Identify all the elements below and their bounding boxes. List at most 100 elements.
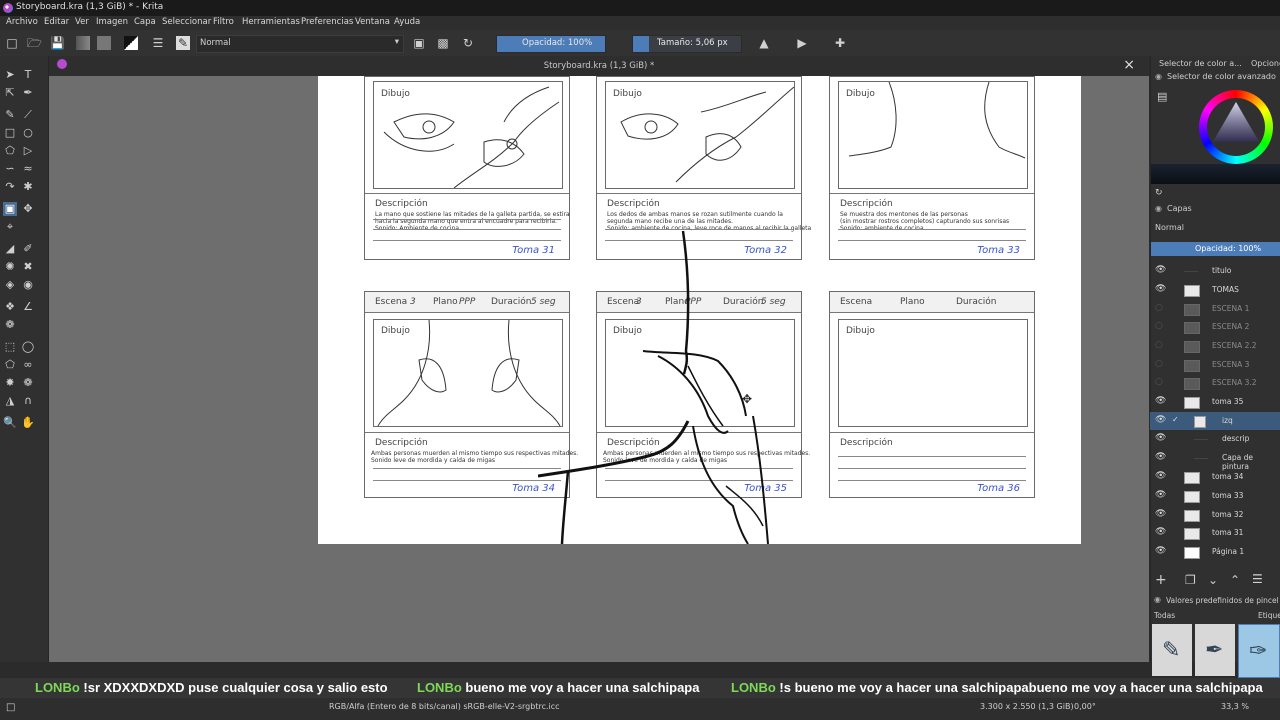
gradient-icon[interactable] (76, 36, 90, 50)
visibility-eye-icon[interactable]: 👁 (1155, 433, 1166, 443)
mirror-vertical-icon[interactable]: ▶ (795, 36, 809, 50)
brush-preset-tile[interactable]: ✒ (1195, 624, 1235, 676)
visibility-eye-icon[interactable]: 👁 (1155, 490, 1166, 500)
tab-color-selector[interactable]: Selector de color a... (1159, 59, 1242, 68)
polygon-tool-icon[interactable]: ⬠ (3, 144, 17, 158)
visibility-eye-icon[interactable]: 👁 (1155, 471, 1166, 481)
menu-seleccionar[interactable]: Seleccionar (162, 17, 211, 27)
color-triangle[interactable] (1211, 100, 1261, 150)
calligraphy-tool-icon[interactable]: ✒ (21, 86, 35, 100)
zoom-tool-icon[interactable]: 🔍 (3, 416, 17, 430)
visibility-eye-icon[interactable]: 👁 (1155, 284, 1166, 294)
layer-row[interactable]: ○ ESCENA 3.2 (1150, 374, 1280, 392)
reference-images-tool-icon[interactable]: ❁ (3, 318, 17, 332)
layer-row[interactable]: 👁 toma 32 (1150, 506, 1280, 524)
new-document-icon[interactable]: □ (5, 36, 19, 50)
visibility-eye-icon[interactable]: ○ (1155, 303, 1163, 313)
menu-imagen[interactable]: Imagen (96, 17, 128, 27)
measure-tool-icon[interactable]: ∠ (21, 300, 35, 314)
layer-row[interactable]: 👁 TOMAS (1150, 281, 1280, 299)
select-shapes-tool-icon[interactable]: ➤ (3, 68, 17, 82)
status-zoom[interactable]: 33,3 % (1221, 702, 1249, 711)
menu-archivo[interactable]: Archivo (6, 17, 38, 27)
move-layer-down-icon[interactable]: ⌄ (1208, 573, 1218, 587)
add-layer-icon[interactable]: + (1155, 572, 1167, 588)
transform-tool-icon[interactable]: ▣ (3, 202, 17, 216)
visibility-eye-icon[interactable]: ○ (1155, 340, 1163, 350)
move-layer-up-icon[interactable]: ⌃ (1230, 573, 1240, 587)
polyline-tool-icon[interactable]: ▷ (21, 144, 35, 158)
menu-editar[interactable]: Editar (44, 17, 69, 27)
presets-float-icon[interactable]: ◉ (1154, 595, 1161, 604)
similar-select-tool-icon[interactable]: ❁ (21, 376, 35, 390)
layer-row[interactable]: 👁 Capa de pintura (1150, 449, 1280, 471)
size-slider[interactable]: Tamaño: 5,06 px (632, 35, 742, 53)
alpha-lock-icon[interactable]: ▩ (436, 36, 450, 50)
layer-row[interactable]: 👁 toma 31 (1150, 524, 1280, 542)
layer-row[interactable]: 👁 titulo (1150, 262, 1280, 280)
save-icon[interactable]: 💾 (50, 36, 65, 50)
layer-row[interactable]: ○ ESCENA 2 (1150, 318, 1280, 336)
colorize-mask-tool-icon[interactable]: ✺ (3, 260, 17, 274)
status-rotation[interactable]: 0,00° (1074, 702, 1096, 711)
gradient-tool-icon[interactable]: ◢ (3, 242, 17, 256)
visibility-eye-icon[interactable]: 👁 (1155, 527, 1166, 537)
brush-preset-tile-selected[interactable]: ✑ (1238, 624, 1280, 678)
visibility-eye-icon[interactable]: 👁 (1155, 396, 1166, 406)
layer-row[interactable]: ○ ESCENA 2.2 (1150, 337, 1280, 355)
reload-preset-icon[interactable]: ↻ (461, 36, 475, 50)
contiguous-select-tool-icon[interactable]: ✸ (3, 376, 17, 390)
open-document-icon[interactable]: 🗁 (27, 36, 42, 50)
duplicate-layer-icon[interactable]: ❐ (1185, 573, 1196, 587)
mirror-horizontal-icon[interactable]: ▲ (757, 36, 771, 50)
line-tool-icon[interactable]: ⟋ (21, 108, 35, 122)
assistant-tool-icon[interactable]: ❖ (3, 300, 17, 314)
refresh-icon[interactable]: ↻ (1155, 188, 1163, 198)
visibility-eye-icon[interactable]: 👁 (1155, 509, 1166, 519)
color-settings-icon[interactable]: ▤ (1157, 90, 1167, 103)
visibility-eye-icon[interactable]: 👁 (1155, 452, 1166, 462)
visibility-eye-icon[interactable]: ○ (1155, 321, 1163, 331)
color-picker-tool-icon[interactable]: ✐ (21, 242, 35, 256)
color-wheel[interactable] (1199, 90, 1273, 164)
dynamic-brush-tool-icon[interactable]: ↷ (3, 180, 17, 194)
tab-options[interactable]: Opcione (1251, 59, 1280, 68)
smart-patch-tool-icon[interactable]: ✖ (21, 260, 35, 274)
pan-tool-icon[interactable]: ✋ (21, 416, 35, 430)
magnetic-select-tool-icon[interactable]: ∩ (21, 394, 35, 408)
bezier-tool-icon[interactable]: ∽ (3, 162, 17, 176)
layer-row-selected[interactable]: 👁 ✓ izq (1150, 412, 1280, 430)
visibility-eye-icon[interactable]: 👁 (1155, 265, 1166, 275)
rectangle-tool-icon[interactable]: □ (3, 126, 17, 140)
hand-sketch-overlay[interactable] (538, 226, 788, 544)
brush-preset-tile[interactable]: ✎ (1152, 624, 1192, 676)
wrap-around-icon[interactable]: ✚ (833, 36, 847, 50)
close-document-icon[interactable]: × (1123, 57, 1135, 73)
layer-row[interactable]: 👁 toma 33 (1150, 487, 1280, 505)
layer-row[interactable]: 👁 toma 35 (1150, 393, 1280, 411)
layer-row[interactable]: 👁 Página 1 (1150, 543, 1280, 561)
menu-herramientas[interactable]: Herramientas (242, 17, 300, 27)
visibility-eye-icon[interactable]: ○ (1155, 359, 1163, 369)
menu-filtro[interactable]: Filtro (213, 17, 234, 27)
elliptical-select-tool-icon[interactable]: ◯ (21, 340, 35, 354)
layers-float-icon[interactable]: ◉ (1155, 204, 1162, 213)
layer-row[interactable]: 👁 descrip (1150, 430, 1280, 448)
brush-settings-icon[interactable]: ☰ (151, 36, 165, 50)
layer-row[interactable]: ○ ESCENA 1 (1150, 300, 1280, 318)
layer-row[interactable]: 👁 toma 34 (1150, 468, 1280, 486)
enclose-fill-tool-icon[interactable]: ◉ (21, 278, 35, 292)
polygonal-select-tool-icon[interactable]: ⬠ (3, 358, 17, 372)
visibility-eye-icon[interactable]: 👁 (1155, 546, 1166, 556)
fill-tool-icon[interactable]: ◈ (3, 278, 17, 292)
rectangular-select-tool-icon[interactable]: ⬚ (3, 340, 17, 354)
dock-float-icon[interactable]: ◉ (1155, 72, 1162, 81)
menu-capa[interactable]: Capa (134, 17, 156, 27)
menu-ayuda[interactable]: Ayuda (394, 17, 420, 27)
ellipse-tool-icon[interactable]: ○ (21, 126, 35, 140)
bezier-select-tool-icon[interactable]: ◮ (3, 394, 17, 408)
menu-ver[interactable]: Ver (75, 17, 89, 27)
freehand-select-tool-icon[interactable]: ∞ (21, 358, 35, 372)
crop-tool-icon[interactable]: ⌖ (3, 220, 17, 234)
layer-row[interactable]: ○ ESCENA 3 (1150, 356, 1280, 374)
